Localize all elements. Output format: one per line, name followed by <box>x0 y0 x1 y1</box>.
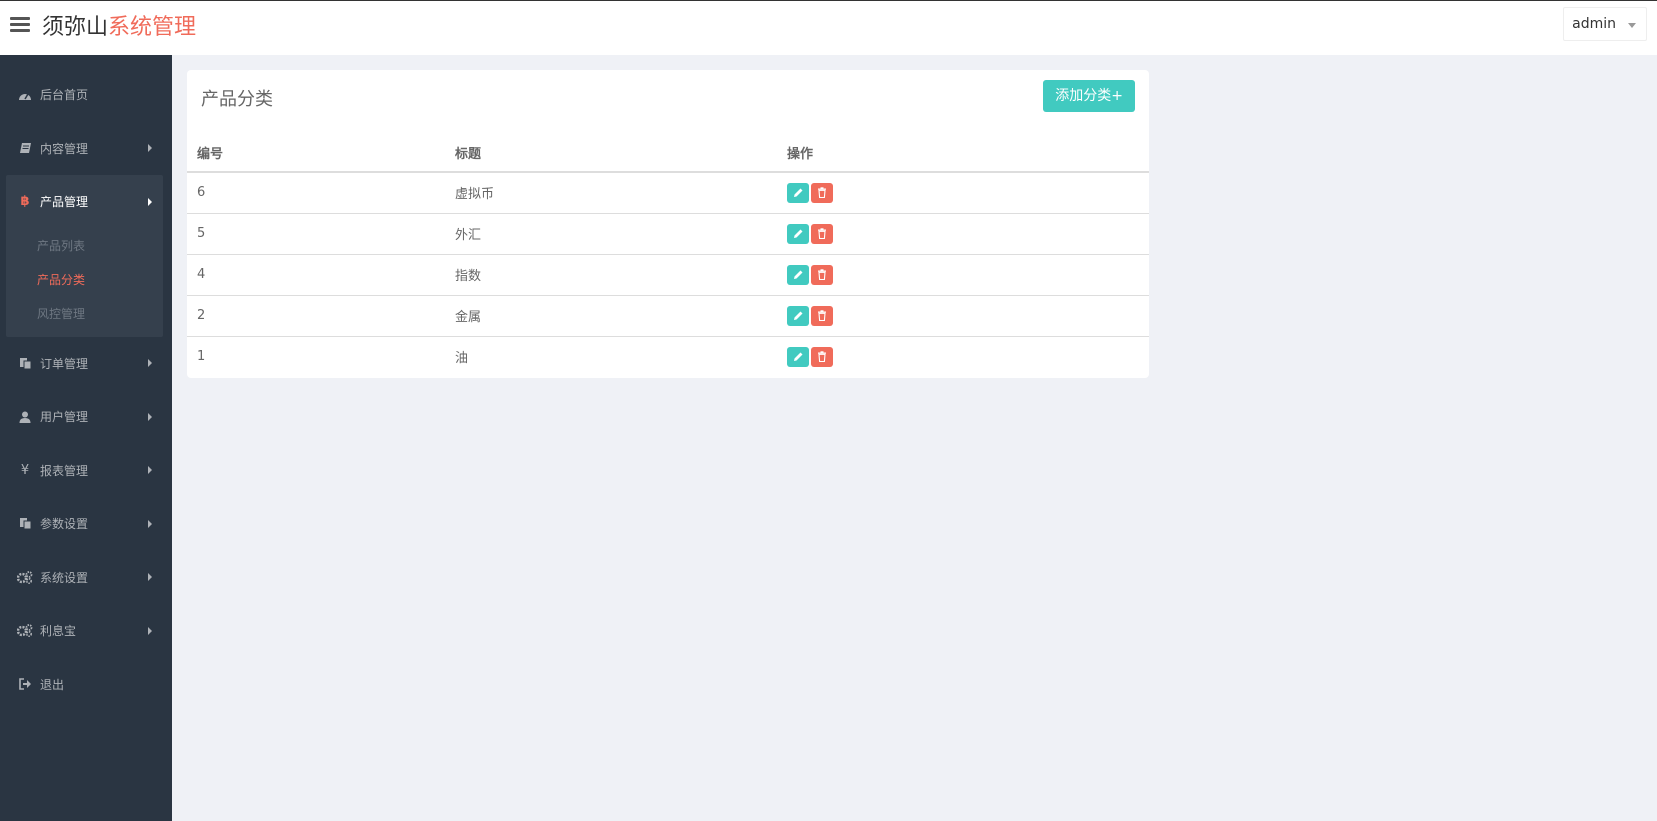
sidebar-item-logout[interactable]: 退出 <box>0 658 172 712</box>
sidebar-item-label: 内容管理 <box>40 141 89 156</box>
cell-actions <box>777 172 1149 214</box>
sidebar-subitem-product-category[interactable]: 产品分类 <box>6 263 163 297</box>
delete-button[interactable] <box>811 305 833 326</box>
edit-button[interactable] <box>787 346 809 367</box>
cell-title: 金属 <box>445 295 777 337</box>
caret-down-icon <box>1628 23 1636 28</box>
caret-right-icon <box>148 466 152 475</box>
sidebar-item-label: 报表管理 <box>40 463 89 478</box>
sidebar-item-label: 产品管理 <box>40 195 89 210</box>
cell-title: 指数 <box>445 254 777 296</box>
cell-actions <box>777 336 1149 377</box>
sidebar-item-label: 利息宝 <box>40 624 77 639</box>
edit-button[interactable] <box>787 223 809 244</box>
cell-actions <box>777 213 1149 255</box>
sidebar-item-content[interactable]: 内容管理 <box>0 122 172 176</box>
table-row: 1 油 <box>187 336 1149 377</box>
trash-icon <box>818 187 826 199</box>
caret-right-icon <box>148 144 152 153</box>
sidebar-item-label: 订单管理 <box>40 356 89 371</box>
delete-button[interactable] <box>811 223 833 244</box>
sidebar-group-products: ฿ 产品管理 产品列表 产品分类 风控管理 <box>6 175 163 337</box>
sidebar-item-label: 系统设置 <box>40 570 89 585</box>
category-table: 编号 标题 操作 6 虚拟币 5 外汇 4 指数 2 金属 1 油 <box>187 134 1149 377</box>
page-title: 产品分类 <box>201 89 273 110</box>
sidebar-item-users[interactable]: 用户管理 <box>0 390 172 444</box>
caret-right-icon <box>148 197 152 206</box>
cell-title: 外汇 <box>445 213 777 255</box>
sidebar-item-parameters[interactable]: 参数设置 <box>0 497 172 551</box>
trash-icon <box>818 310 826 321</box>
cell-id: 4 <box>187 254 445 296</box>
trash-icon <box>818 228 826 239</box>
sidebar-item-dashboard[interactable]: 后台首页 <box>0 68 172 122</box>
cell-actions <box>777 295 1149 337</box>
table-row: 2 金属 <box>187 295 1149 337</box>
caret-right-icon <box>148 626 152 635</box>
edit-button[interactable] <box>787 264 809 285</box>
sidebar-item-system-settings[interactable]: 系统设置 <box>0 551 172 605</box>
delete-button[interactable] <box>811 182 833 203</box>
trash-icon <box>818 269 826 280</box>
brand-logo: 须弥山系统管理 <box>42 13 196 43</box>
sidebar-item-label: 后台首页 <box>40 88 89 103</box>
caret-right-icon <box>148 412 152 421</box>
cell-id: 1 <box>197 349 206 365</box>
sidebar-subitem-risk-control[interactable]: 风控管理 <box>6 297 163 331</box>
copy-icon <box>16 517 34 531</box>
pencil-icon <box>793 270 802 279</box>
caret-right-icon <box>148 519 152 528</box>
cell-id: 2 <box>187 295 445 337</box>
add-category-button[interactable]: 添加分类+ <box>1043 80 1135 112</box>
sidebar-item-label: 退出 <box>40 677 65 692</box>
sidebar-item-interest[interactable]: 利息宝 <box>0 604 172 658</box>
user-icon <box>16 410 34 424</box>
delete-button[interactable] <box>811 264 833 285</box>
book-icon <box>16 141 34 155</box>
pencil-icon <box>793 311 802 320</box>
table-header-row: 编号 标题 操作 <box>187 134 1149 173</box>
cell-title: 虚拟币 <box>445 172 777 214</box>
cell-id: 6 <box>187 172 445 214</box>
delete-button[interactable] <box>811 346 833 367</box>
sidebar-item-products[interactable]: ฿ 产品管理 <box>6 175 163 229</box>
column-header-id: 编号 <box>187 134 445 173</box>
trash-icon <box>818 351 826 363</box>
bars-icon[interactable] <box>10 17 30 35</box>
table-row: 6 虚拟币 <box>187 172 1149 214</box>
sign-out-icon <box>16 677 34 691</box>
copy-icon <box>16 356 34 370</box>
cell-id: 5 <box>187 213 445 255</box>
top-header: 须弥山系统管理 admin <box>0 0 1657 55</box>
cell-title: 油 <box>455 351 469 367</box>
pencil-icon <box>793 229 802 238</box>
user-name: admin <box>1572 16 1616 32</box>
yen-icon: ¥ <box>20 462 30 478</box>
edit-button[interactable] <box>787 182 809 203</box>
brand-part1: 须弥山 <box>42 15 109 40</box>
category-panel: 产品分类 添加分类+ 编号 标题 操作 6 虚拟币 5 外汇 4 指数 2 金属… <box>187 70 1149 378</box>
sidebar-subitem-product-list[interactable]: 产品列表 <box>6 229 163 263</box>
edit-button[interactable] <box>787 305 809 326</box>
bitcoin-icon: ฿ <box>20 194 30 210</box>
user-dropdown[interactable]: admin <box>1563 7 1647 41</box>
caret-right-icon <box>148 359 152 368</box>
sidebar-item-label: 参数设置 <box>40 517 89 532</box>
pencil-icon <box>793 188 802 198</box>
sidebar-item-label: 用户管理 <box>40 410 89 425</box>
sidebar-item-reports[interactable]: ¥ 报表管理 <box>0 444 172 498</box>
sidebar: 后台首页 内容管理 ฿ 产品管理 产品列表 产品分类 风控管理 订单管理 用户管… <box>0 55 172 821</box>
column-header-actions: 操作 <box>777 134 1149 173</box>
column-header-title: 标题 <box>445 134 777 173</box>
cogs-icon <box>16 570 34 584</box>
dashboard-icon <box>16 88 34 102</box>
brand-part2: 系统管理 <box>108 15 197 40</box>
cogs-icon <box>16 624 34 638</box>
pencil-icon <box>793 352 802 362</box>
cell-actions <box>777 254 1149 296</box>
table-row: 4 指数 <box>187 254 1149 296</box>
sidebar-item-orders[interactable]: 订单管理 <box>0 337 172 391</box>
caret-right-icon <box>148 573 152 582</box>
table-row: 5 外汇 <box>187 213 1149 255</box>
